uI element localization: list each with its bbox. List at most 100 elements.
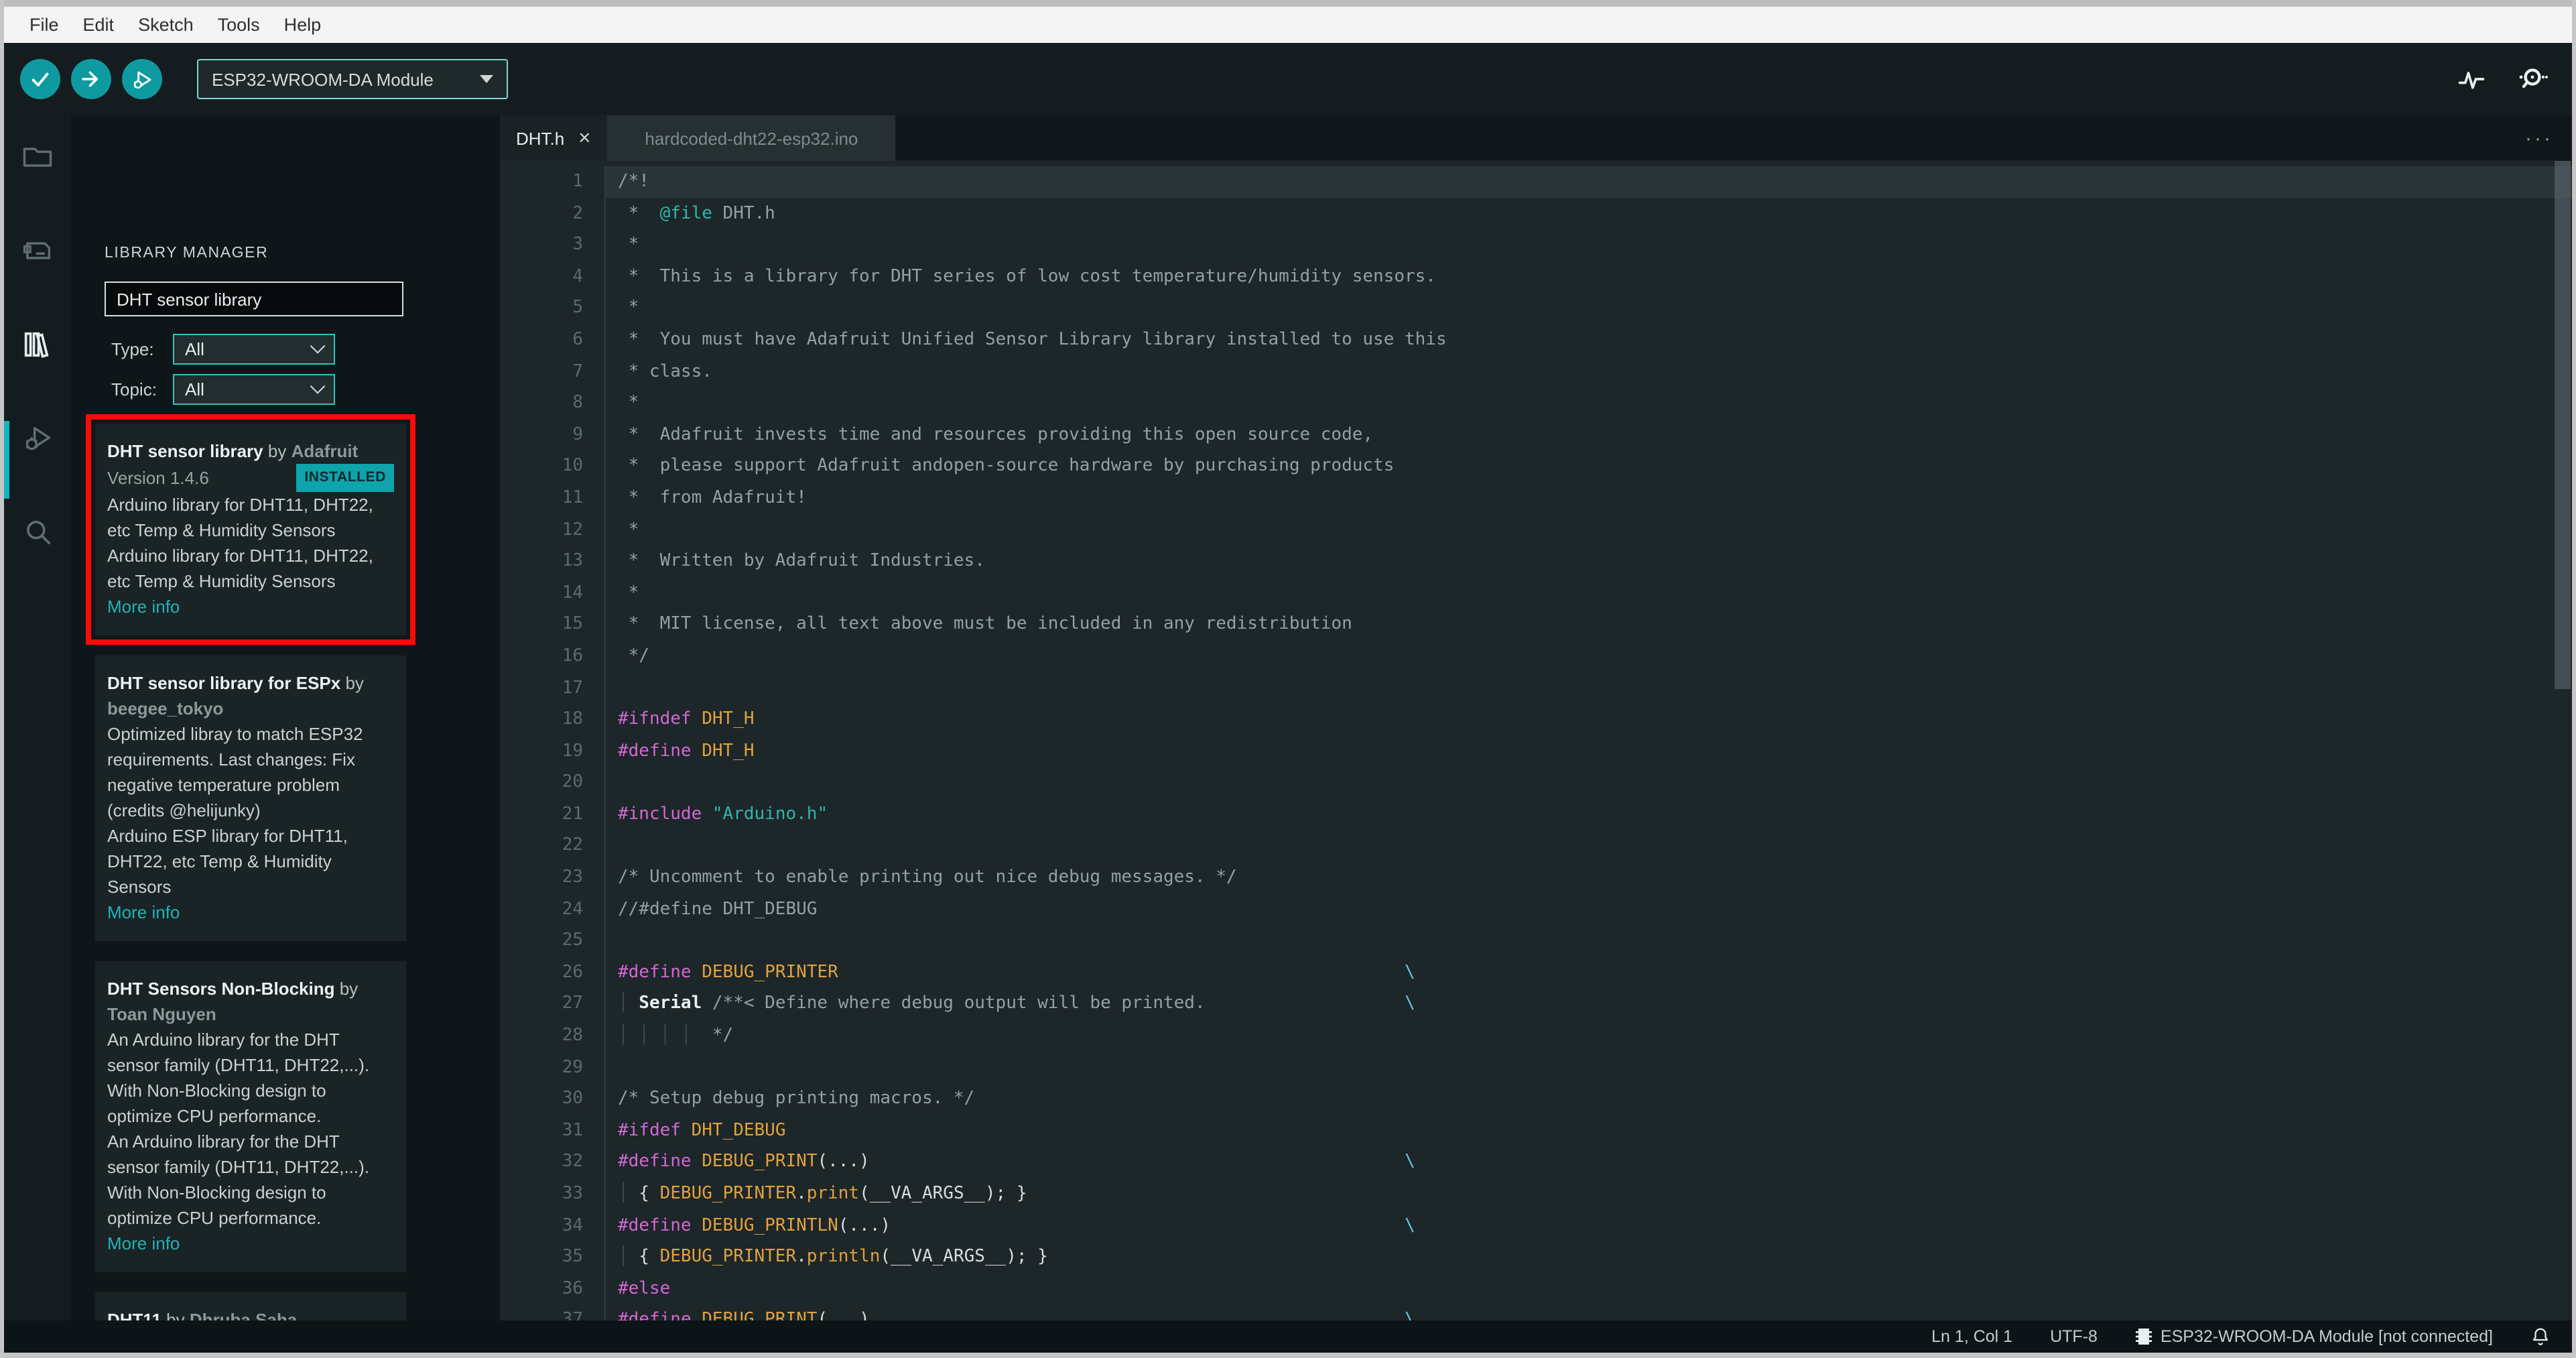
line-content <box>604 830 2572 863</box>
code-line: 16 */ <box>500 640 2572 672</box>
filter-select-type[interactable]: All <box>173 334 335 365</box>
line-content: * from Adafruit! <box>604 482 2572 515</box>
line-number: 28 <box>562 1026 583 1046</box>
line-content: /*! <box>604 166 2572 198</box>
sidebar-item-sketchbook[interactable] <box>20 139 55 174</box>
line-content: #define DEBUG_PRINT(...) \ <box>604 1146 2572 1178</box>
filter-label: Topic: <box>111 379 157 399</box>
line-number: 6 <box>572 329 583 350</box>
line-content: * MIT license, all text above must be in… <box>604 609 2572 641</box>
line-content <box>604 672 2572 704</box>
menu-item-sketch[interactable]: Sketch <box>126 15 206 35</box>
library-search-box[interactable] <box>105 282 403 316</box>
menu-item-tools[interactable]: Tools <box>206 15 272 35</box>
line-content: #define DEBUG_PRINT(...) \ <box>604 1304 2572 1320</box>
code-line: 6 * You must have Adafruit Unified Senso… <box>500 324 2572 357</box>
sidebar-item-search[interactable] <box>20 515 55 550</box>
code-line: 14 * <box>500 577 2572 609</box>
serial-plotter-icon[interactable] <box>2457 64 2486 94</box>
library-result-card[interactable]: DHT sensor library for ESPx by beegee_to… <box>95 656 406 941</box>
editor-tab-hardcoded-dht22-esp32.ino[interactable]: hardcoded-dht22-esp32.ino <box>607 115 896 161</box>
more-info-link[interactable]: More info <box>107 594 394 619</box>
close-icon[interactable]: ✕ <box>578 129 591 147</box>
library-result-card[interactable]: DHT sensor library by Adafruit Version 1.… <box>86 414 415 645</box>
line-content: * <box>604 577 2572 609</box>
line-content: │ { DEBUG_PRINTER.println(__VA_ARGS__); … <box>604 1241 2572 1274</box>
line-content: #define DEBUG_PRINTER \ <box>604 956 2572 989</box>
line-content: #define DEBUG_PRINTLN(...) \ <box>604 1210 2572 1242</box>
more-info-link[interactable]: More info <box>107 1231 394 1256</box>
sidebar-item-library-manager[interactable] <box>20 327 55 362</box>
library-name: DHT sensor library for ESPx <box>107 673 341 693</box>
debug-button[interactable] <box>122 59 162 99</box>
board-status-label: ESP32-WROOM-DA Module [not connected] <box>2160 1327 2493 1346</box>
board-icon <box>20 233 55 268</box>
code-line: 20 <box>500 767 2572 799</box>
panel-title: LIBRARY MANAGER <box>105 245 269 261</box>
tab-label: hardcoded-dht22-esp32.ino <box>645 128 858 148</box>
menu-item-file[interactable]: File <box>17 15 71 35</box>
scrollbar-thumb[interactable] <box>2555 161 2571 689</box>
menu-item-help[interactable]: Help <box>272 15 334 35</box>
arrow-right-icon <box>79 67 103 91</box>
code-line: 32 #define DEBUG_PRINT(...) \ <box>500 1146 2572 1178</box>
library-author: beegee_tokyo <box>107 698 224 719</box>
line-content: */ <box>604 640 2572 672</box>
code-line: 26 #define DEBUG_PRINTER \ <box>500 956 2572 989</box>
code-editor[interactable]: 1/*! 2 * @file DHT.h 3 * 4 * This is a libr… <box>500 161 2572 1320</box>
books-icon <box>20 327 55 362</box>
line-number: 21 <box>562 804 583 824</box>
line-content: * please support Adafruit andopen-source… <box>604 450 2572 483</box>
cursor-position: Ln 1, Col 1 <box>1931 1327 2013 1346</box>
library-search-input[interactable] <box>117 289 391 309</box>
line-number: 19 <box>562 741 583 761</box>
menu-item-edit[interactable]: Edit <box>71 15 127 35</box>
code-line: 21 #include "Arduino.h" <box>500 798 2572 830</box>
line-content: * This is a library for DHT series of lo… <box>604 261 2572 293</box>
filter-select-topic[interactable]: All <box>173 374 335 405</box>
code-line: 28 │ │ │ │ */ <box>500 1020 2572 1052</box>
more-actions-button[interactable]: ··· <box>2525 115 2553 161</box>
line-content: * <box>604 387 2572 420</box>
library-version: Version 1.4.6 <box>107 468 209 488</box>
filter-row: Topic: All <box>111 374 335 405</box>
upload-button[interactable] <box>71 59 111 99</box>
sidebar-item-boards-manager[interactable] <box>20 233 55 268</box>
library-author: Toan Nguyen <box>107 1004 216 1024</box>
chevron-down-icon <box>310 338 326 353</box>
line-content: //#define DHT_DEBUG <box>604 893 2572 926</box>
editor-tab-dht.h[interactable]: DHT.h ✕ <box>500 115 608 161</box>
library-result-card[interactable]: DHT11 by Dhruba SahaThis library provide… <box>95 1292 406 1320</box>
code-line: 15 * MIT license, all text above must be… <box>500 609 2572 641</box>
line-number: 35 <box>562 1247 583 1268</box>
line-content: │ Serial /**< Define where debug output … <box>604 988 2572 1021</box>
board-selector[interactable]: ESP32-WROOM-DA Module <box>197 59 508 99</box>
library-by: by <box>334 979 359 999</box>
verify-button[interactable] <box>20 59 60 99</box>
line-number: 36 <box>562 1278 583 1299</box>
line-number: 22 <box>562 835 583 856</box>
code-line: 9 * Adafruit invests time and resources … <box>500 419 2572 451</box>
serial-monitor-icon[interactable] <box>2516 63 2548 95</box>
line-number: 27 <box>562 993 583 1014</box>
menu-bar: File Edit Sketch Tools Help <box>4 7 2572 43</box>
library-title: DHT sensor library by Adafruit <box>107 438 394 464</box>
line-number: 32 <box>562 1152 583 1172</box>
notifications-bell-icon[interactable] <box>2530 1326 2551 1347</box>
more-info-link[interactable]: More info <box>107 900 394 925</box>
editor-scrollbar[interactable] <box>2553 161 2572 1320</box>
line-content: #else <box>604 1273 2572 1305</box>
code-line: 13 * Written by Adafruit Industries. <box>500 546 2572 578</box>
board-status[interactable]: ESP32-WROOM-DA Module [not connected] <box>2135 1327 2493 1346</box>
sidebar-item-debug[interactable] <box>20 421 55 456</box>
library-description: Optimized libray to match ESP32 requirem… <box>107 724 363 897</box>
line-content <box>604 767 2572 799</box>
line-number: 33 <box>562 1184 583 1204</box>
library-result-card[interactable]: DHT Sensors Non-Blocking by Toan Nguyen A… <box>95 961 406 1272</box>
search-icon <box>20 515 55 550</box>
code-line: 10 * please support Adafruit andopen-sou… <box>500 450 2572 483</box>
library-by: by <box>340 673 364 693</box>
line-number: 37 <box>562 1310 583 1320</box>
code-line: 24 //#define DHT_DEBUG <box>500 893 2572 926</box>
code-line: 27 │ Serial /**< Define where debug outpu… <box>500 988 2572 1021</box>
